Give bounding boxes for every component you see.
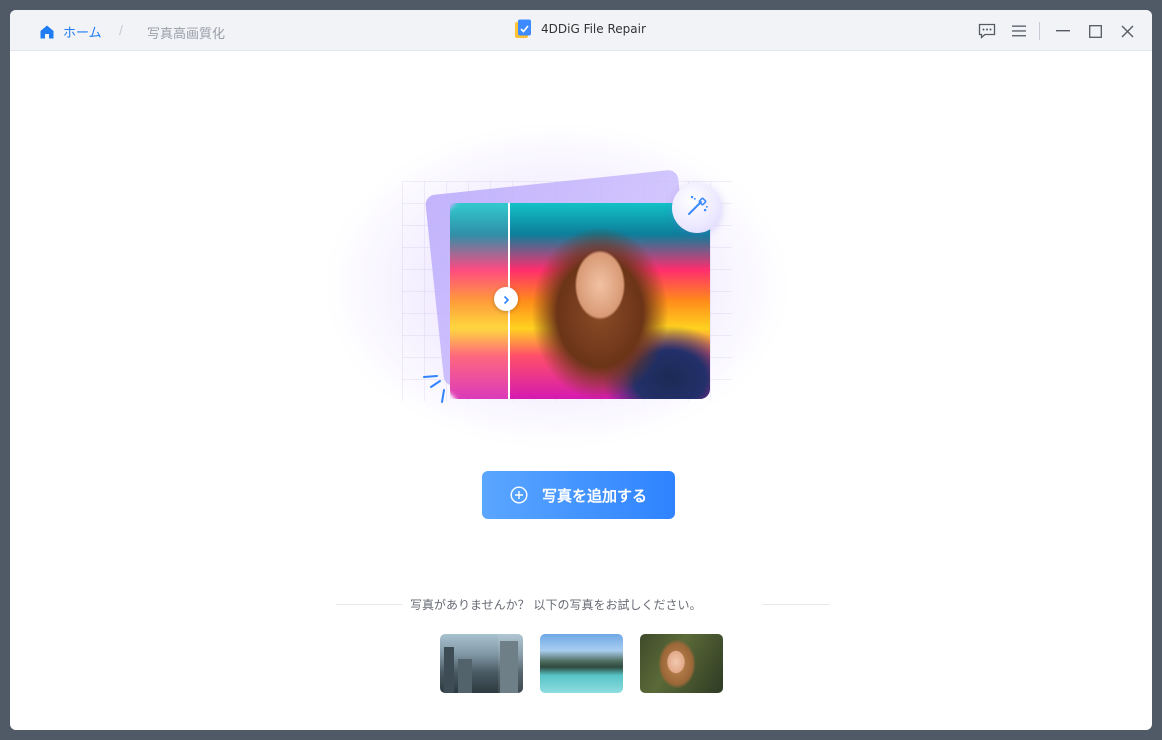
maximize-button[interactable] [1085,21,1105,41]
breadcrumb-separator: / [119,23,124,37]
app-window: ホーム / 写真高画質化 4DDiG File Repair 写真を追加する 写… [10,10,1152,730]
wand-icon [684,193,710,223]
feedback-button[interactable] [977,21,997,41]
sample-thumbnail-lake[interactable] [540,634,623,693]
sample-thumbnail-portrait[interactable] [640,634,723,693]
hero-illustration [10,51,1152,451]
app-title: 4DDiG File Repair [514,19,646,39]
chevron-right-icon [501,290,511,309]
sample-prompt-text: 写真がありませんか？ 以下の写真をお試しください。 [410,598,702,612]
sample-prompt: 写真がありませんか？ 以下の写真をお試しください。 [336,596,830,614]
divider-right [762,604,830,605]
home-icon [38,23,56,41]
building-shape [444,647,454,693]
close-icon [1121,25,1134,38]
close-button[interactable] [1117,21,1137,41]
title-bar: ホーム / 写真高画質化 4DDiG File Repair [10,10,1152,51]
building-shape [500,641,518,693]
app-logo-icon [514,19,532,39]
maximize-icon [1088,24,1102,38]
add-photo-button[interactable]: 写真を追加する [482,471,675,519]
sample-thumbnail-city[interactable] [440,634,523,693]
compare-handle [494,287,518,311]
controls-divider [1039,22,1040,40]
breadcrumb-home[interactable]: ホーム [38,22,102,41]
add-photo-label: 写真を追加する [541,487,647,505]
menu-button[interactable] [1009,21,1029,41]
breadcrumb-current: 写真高画質化 [147,27,226,42]
chat-icon [978,23,996,39]
building-shape [458,659,472,693]
hero-sample-photo [450,203,710,399]
breadcrumb-home-label: ホーム [63,26,102,41]
hamburger-icon [1012,25,1026,37]
minimize-icon [1056,30,1070,32]
plus-circle-icon [510,486,528,504]
minimize-button[interactable] [1053,21,1073,41]
divider-left [336,604,402,605]
wand-badge [672,183,722,233]
sparkle-decoration [420,373,450,405]
app-title-text: 4DDiG File Repair [541,22,646,36]
